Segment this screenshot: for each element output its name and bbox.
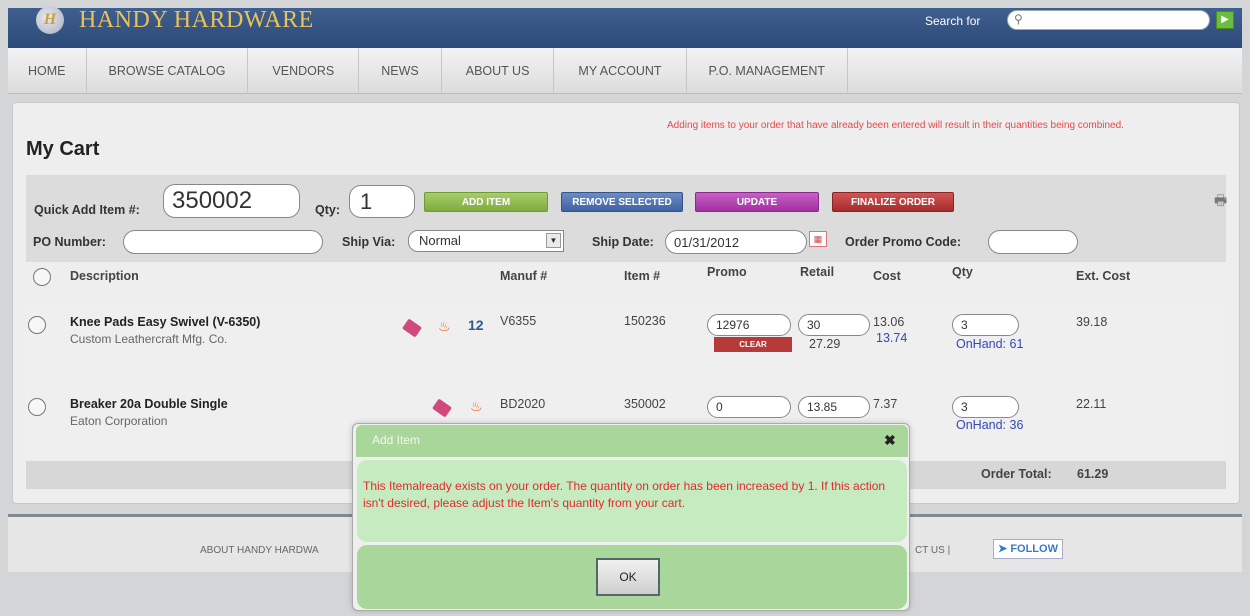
item-name[interactable]: Knee Pads Easy Swivel (V-6350) bbox=[70, 315, 260, 329]
ok-button[interactable]: OK bbox=[596, 558, 660, 596]
promo-input[interactable] bbox=[707, 396, 791, 418]
col-promo: Promo bbox=[707, 265, 747, 279]
quick-add-label: Quick Add Item #: bbox=[34, 203, 140, 217]
clear-button[interactable]: CLEAR bbox=[714, 337, 792, 352]
calendar-icon[interactable]: ▦ bbox=[809, 231, 827, 247]
nav-home[interactable]: HOME bbox=[8, 48, 87, 94]
dialog-header bbox=[356, 425, 908, 457]
logo-icon[interactable]: H bbox=[36, 6, 64, 34]
ship-via-value: Normal bbox=[419, 233, 461, 248]
footer-contact-link[interactable]: CT US | bbox=[915, 545, 950, 556]
ship-date-label: Ship Date: bbox=[592, 235, 654, 249]
dialog-message: This Itemalready exists on your order. T… bbox=[363, 479, 886, 510]
qty-field[interactable] bbox=[952, 314, 1019, 336]
promo-input[interactable] bbox=[707, 314, 791, 336]
flame-icon[interactable]: ♨ bbox=[470, 398, 483, 415]
item-vendor: Eaton Corporation bbox=[70, 414, 168, 428]
ship-via-select[interactable]: Normal ▼ bbox=[408, 230, 564, 252]
remove-selected-button[interactable]: REMOVE SELECTED bbox=[561, 192, 683, 212]
item-number: 150236 bbox=[624, 314, 666, 328]
combine-notice: Adding items to your order that have alr… bbox=[667, 120, 1124, 131]
onhand-link[interactable]: OnHand: 61 bbox=[956, 337, 1023, 351]
nav-my-account[interactable]: MY ACCOUNT bbox=[554, 48, 687, 94]
search-input[interactable] bbox=[1030, 12, 1205, 28]
order-promo-code-input[interactable] bbox=[988, 230, 1078, 254]
order-total-value: 61.29 bbox=[1077, 467, 1109, 481]
select-all-checkbox[interactable] bbox=[33, 268, 51, 286]
row-checkbox[interactable] bbox=[28, 316, 46, 334]
close-icon[interactable]: ✖ bbox=[884, 432, 896, 449]
search-go-button[interactable]: ▶ bbox=[1216, 11, 1234, 29]
print-icon[interactable]: 🖶 bbox=[1214, 190, 1227, 214]
onhand-link[interactable]: OnHand: 36 bbox=[956, 418, 1023, 432]
manuf-number: V6355 bbox=[500, 314, 537, 328]
nav-vendors[interactable]: VENDORS bbox=[248, 48, 360, 94]
retail-input[interactable] bbox=[798, 396, 870, 418]
po-number-input[interactable] bbox=[123, 230, 323, 254]
nav-browse-catalog[interactable]: BROWSE CATALOG bbox=[87, 48, 249, 94]
ext-cost-value: 39.18 bbox=[1076, 315, 1108, 329]
quantity-badge: 12 bbox=[468, 317, 484, 333]
col-ext-cost: Ext. Cost bbox=[1076, 269, 1131, 283]
col-cost: Cost bbox=[873, 269, 901, 283]
col-item: Item # bbox=[624, 269, 661, 283]
col-description: Description bbox=[70, 269, 139, 283]
nav-po-management[interactable]: P.O. MANAGEMENT bbox=[687, 48, 849, 94]
nav-news[interactable]: NEWS bbox=[359, 48, 442, 94]
quick-add-input[interactable] bbox=[163, 184, 300, 218]
col-retail: Retail bbox=[800, 265, 835, 279]
cost-value: 13.06 bbox=[873, 315, 905, 329]
finalize-order-button[interactable]: FINALIZE ORDER bbox=[832, 192, 954, 212]
flame-icon[interactable]: ♨ bbox=[438, 318, 451, 335]
dialog-title: Add Item bbox=[372, 433, 421, 447]
search-box[interactable]: ⚲ bbox=[1007, 10, 1210, 30]
twitter-bird-icon: ➤ bbox=[998, 543, 1008, 555]
chevron-down-icon[interactable]: ▼ bbox=[546, 233, 561, 248]
update-button[interactable]: UPDATE bbox=[695, 192, 819, 212]
order-total-label: Order Total: bbox=[981, 467, 1052, 481]
po-number-label: PO Number: bbox=[33, 235, 106, 249]
col-manuf: Manuf # bbox=[500, 269, 548, 283]
row-checkbox[interactable] bbox=[28, 398, 46, 416]
follow-button[interactable]: ➤ FOLLOW bbox=[993, 539, 1063, 559]
item-name[interactable]: Breaker 20a Double Single bbox=[70, 397, 228, 411]
follow-label: FOLLOW bbox=[1010, 543, 1058, 555]
ext-cost-value: 22.11 bbox=[1076, 397, 1107, 411]
item-number: 350002 bbox=[624, 397, 666, 411]
retail-sub-value: 27.29 bbox=[809, 337, 841, 351]
search-icon: ⚲ bbox=[1014, 12, 1023, 26]
qty-input[interactable] bbox=[349, 185, 415, 218]
ship-date-input[interactable] bbox=[665, 230, 807, 254]
item-vendor: Custom Leathercraft Mfg. Co. bbox=[70, 332, 228, 346]
nav-about-us[interactable]: ABOUT US bbox=[442, 48, 555, 94]
qty-field[interactable] bbox=[952, 396, 1019, 418]
page-title: My Cart bbox=[26, 138, 100, 160]
footer-about-link[interactable]: ABOUT HANDY HARDWA bbox=[200, 545, 319, 556]
cost-value: 7.37 bbox=[873, 397, 898, 411]
manuf-number: BD2020 bbox=[500, 397, 546, 411]
brand-name[interactable]: HANDY HARDWARE bbox=[79, 7, 314, 34]
order-promo-code-label: Order Promo Code: bbox=[845, 235, 961, 249]
main-nav: HOME BROWSE CATALOG VENDORS NEWS ABOUT U… bbox=[8, 48, 1242, 94]
retail-input[interactable] bbox=[798, 314, 870, 336]
col-qty: Qty bbox=[952, 265, 973, 279]
add-item-button[interactable]: ADD ITEM bbox=[424, 192, 548, 212]
ship-via-label: Ship Via: bbox=[342, 235, 396, 249]
cost-sub-value: 13.74 bbox=[876, 331, 908, 345]
search-label: Search for bbox=[925, 14, 981, 28]
qty-label: Qty: bbox=[315, 203, 340, 217]
